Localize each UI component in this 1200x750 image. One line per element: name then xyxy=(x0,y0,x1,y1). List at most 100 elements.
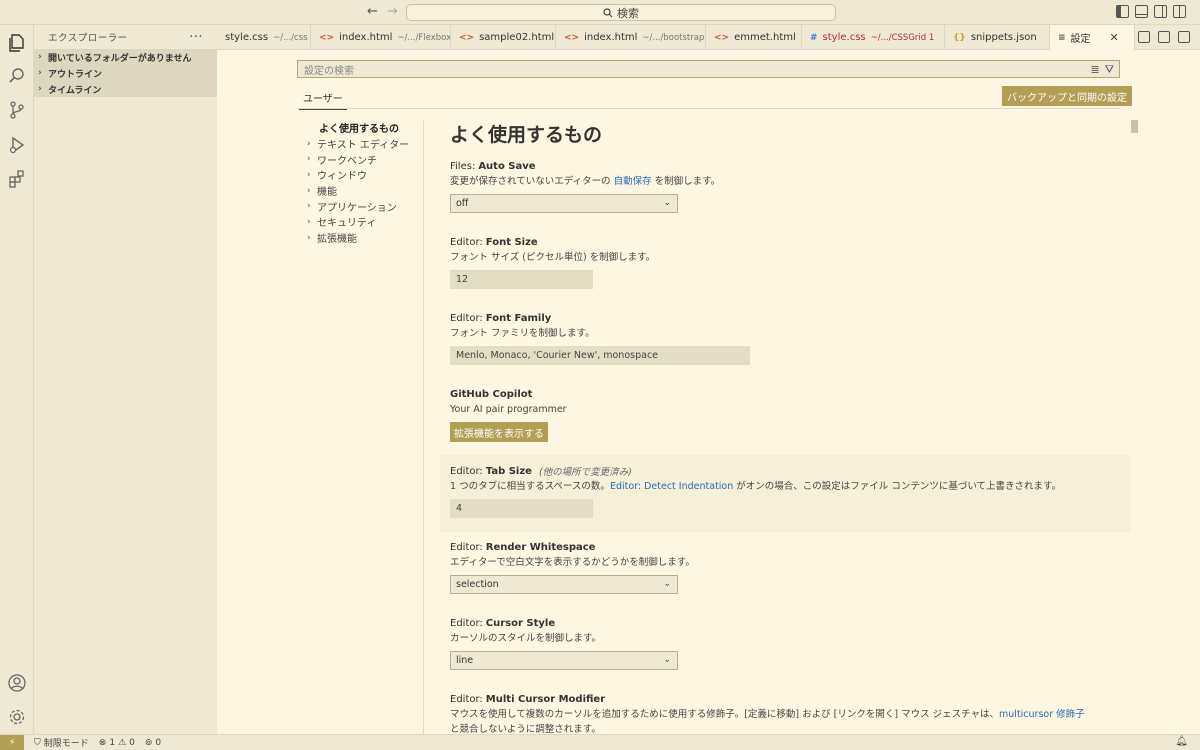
toc-item-commonly-used[interactable]: よく使用するもの xyxy=(307,120,427,136)
warning-icon: ⚠ xyxy=(118,737,127,748)
scrollbar-thumb[interactable] xyxy=(1131,120,1138,133)
tab-style-css-css[interactable]: style.css ~/.../css xyxy=(217,25,311,50)
tab-filename: style.css xyxy=(225,32,269,43)
setting-category: Editor: xyxy=(450,236,483,248)
section-timeline[interactable]: › タイムライン xyxy=(34,81,217,97)
tab-size-input[interactable]: 4 xyxy=(450,499,593,518)
multicursor-modifier-link[interactable]: multicursor 修飾子 xyxy=(999,709,1085,720)
toggle-primary-sidebar-icon[interactable] xyxy=(1116,5,1129,18)
chevron-right-icon: › xyxy=(38,84,42,94)
show-extension-button[interactable]: 拡張機能を表示する xyxy=(450,422,548,442)
section-label: タイムライン xyxy=(48,85,102,96)
explorer-icon[interactable] xyxy=(7,33,27,53)
extensions-icon[interactable] xyxy=(7,169,27,189)
tab-snippets-json[interactable]: {} snippets.json xyxy=(945,25,1050,50)
command-center-label: 検索 xyxy=(617,6,639,20)
backup-sync-button[interactable]: バックアップと同期の設定 xyxy=(1002,86,1132,106)
chevron-right-icon: › xyxy=(307,201,311,212)
setting-category: Editor: xyxy=(450,693,483,705)
settings-search-input[interactable]: 設定の検索 ≣ ⛛ xyxy=(297,60,1120,78)
chevron-right-icon: › xyxy=(307,169,311,180)
open-settings-json-icon[interactable] xyxy=(1138,31,1150,43)
close-icon[interactable]: ✕ xyxy=(1110,31,1119,44)
font-family-input[interactable]: Menlo, Monaco, 'Courier New', monospace xyxy=(450,346,750,365)
setting-category: Editor: xyxy=(450,465,483,477)
settings-file-icon: ≡ xyxy=(1058,32,1066,43)
setting-github-copilot: GitHub Copilot Your AI pair programmer 拡… xyxy=(440,386,1130,442)
section-outline[interactable]: › アウトライン xyxy=(34,65,217,81)
bell-icon[interactable]: 🔔︎ xyxy=(1175,736,1188,747)
chevron-right-icon: › xyxy=(38,52,42,62)
tab-index-html-flexbox[interactable]: <> index.html ~/.../Flexbox xyxy=(311,25,451,50)
account-icon[interactable] xyxy=(7,673,27,693)
remote-indicator-icon[interactable]: ⚡ xyxy=(0,734,24,750)
toc-item-window[interactable]: › ウィンドウ xyxy=(307,167,427,183)
forward-arrow-icon[interactable]: → xyxy=(387,4,398,19)
chevron-down-icon: ⌄ xyxy=(663,198,671,208)
setting-editor-font-family: Editor: Font Family フォント ファミリを制御します。 Menl… xyxy=(440,310,1130,365)
more-editor-actions-icon[interactable] xyxy=(1178,31,1190,43)
auto-save-select[interactable]: off ⌄ xyxy=(450,194,678,213)
setting-name: Font Family xyxy=(485,312,552,324)
setting-files-auto-save: Files: Auto Save 変更が保存されていないエディターの 自動保存 を… xyxy=(440,158,1130,213)
chevron-right-icon: › xyxy=(307,185,311,196)
tab-index-html-bootstrap[interactable]: <> index.html ~/.../bootstrap xyxy=(556,25,706,50)
section-label: アウトライン xyxy=(48,69,103,80)
tab-emmet-html[interactable]: <> emmet.html xyxy=(706,25,802,50)
modified-elsewhere-indicator[interactable]: (他の場所で変更済み) xyxy=(539,464,632,478)
html-file-icon: <> xyxy=(564,32,580,43)
status-bar: ⚡ ⛉ 制限モード ⊗ 1 ⚠ 0 ⊚ 0 🔔︎ xyxy=(0,734,1200,750)
tab-settings[interactable]: ≡ 設定 ✕ xyxy=(1050,25,1135,50)
setting-editor-cursor-style: Editor: Cursor Style カーソルのスタイルを制御します。 lin… xyxy=(440,615,1130,670)
filter-icon[interactable]: ⛛ xyxy=(1105,63,1114,77)
tab-filename: index.html xyxy=(584,32,638,43)
setting-description: 変更が保存されていないエディターの xyxy=(450,176,614,187)
search-placeholder: 設定の検索 xyxy=(304,65,354,77)
tab-style-css-cssgrid[interactable]: # style.css ~/.../CSSGrid 1 xyxy=(802,25,945,50)
command-center-search[interactable]: 検索 xyxy=(406,4,836,21)
setting-editor-font-size: Editor: Font Size フォント サイズ (ピクセル単位) を制御しま… xyxy=(440,234,1130,289)
toggle-secondary-sidebar-icon[interactable] xyxy=(1154,5,1167,18)
toc-item-application[interactable]: › アプリケーション xyxy=(307,198,427,214)
toggle-panel-icon[interactable] xyxy=(1135,5,1148,18)
setting-name: Font Size xyxy=(485,236,538,248)
toc-item-security[interactable]: › セキュリティ xyxy=(307,214,427,230)
gear-icon[interactable] xyxy=(7,707,27,727)
customize-layout-icon[interactable] xyxy=(1173,5,1186,18)
section-open-editors[interactable]: › 開いているフォルダーがありません xyxy=(34,49,217,65)
tab-sample02-html[interactable]: <> sample02.html xyxy=(451,25,556,50)
toc-item-extensions[interactable]: › 拡張機能 xyxy=(307,230,427,246)
toc-item-text-editor[interactable]: › テキスト エディター xyxy=(307,136,427,152)
restricted-mode-indicator[interactable]: ⛉ 制限モード xyxy=(34,736,89,750)
font-size-input[interactable]: 12 xyxy=(450,270,593,289)
chevron-right-icon: › xyxy=(307,232,311,243)
select-value: selection xyxy=(456,579,499,590)
cursor-style-select[interactable]: line ⌄ xyxy=(450,651,678,670)
back-arrow-icon[interactable]: ← xyxy=(367,4,378,19)
run-debug-icon[interactable] xyxy=(7,135,27,155)
toc-item-features[interactable]: › 機能 xyxy=(307,183,427,199)
more-actions-icon[interactable]: ··· xyxy=(189,30,203,45)
setting-category: Editor: xyxy=(450,617,483,629)
chevron-right-icon: › xyxy=(38,68,42,78)
setting-name: Cursor Style xyxy=(485,617,556,629)
toc-item-workbench[interactable]: › ワークベンチ xyxy=(307,151,427,167)
search-icon[interactable] xyxy=(7,66,27,86)
tab-user-scope[interactable]: ユーザー xyxy=(299,88,347,110)
shield-icon: ⛉ xyxy=(34,737,41,748)
clear-filter-icon[interactable]: ≣ xyxy=(1091,63,1100,77)
auto-save-link[interactable]: 自動保存 xyxy=(614,176,652,187)
ports-indicator[interactable]: ⊚ 0 xyxy=(145,738,161,748)
toc-label: セキュリティ xyxy=(317,218,377,230)
detect-indentation-link[interactable]: Editor: Detect Indentation xyxy=(610,481,733,492)
tab-filename: sample02.html xyxy=(479,32,555,43)
tab-filename: style.css xyxy=(822,32,866,43)
setting-name: Render Whitespace xyxy=(485,541,596,553)
setting-name: Multi Cursor Modifier xyxy=(485,693,606,705)
tab-filename: emmet.html xyxy=(734,32,796,43)
problems-indicator[interactable]: ⊗ 1 ⚠ 0 xyxy=(99,738,135,748)
source-control-icon[interactable] xyxy=(7,100,27,120)
render-whitespace-select[interactable]: selection ⌄ xyxy=(450,575,678,594)
split-editor-icon[interactable] xyxy=(1158,31,1170,43)
warning-count: 0 xyxy=(129,737,135,748)
